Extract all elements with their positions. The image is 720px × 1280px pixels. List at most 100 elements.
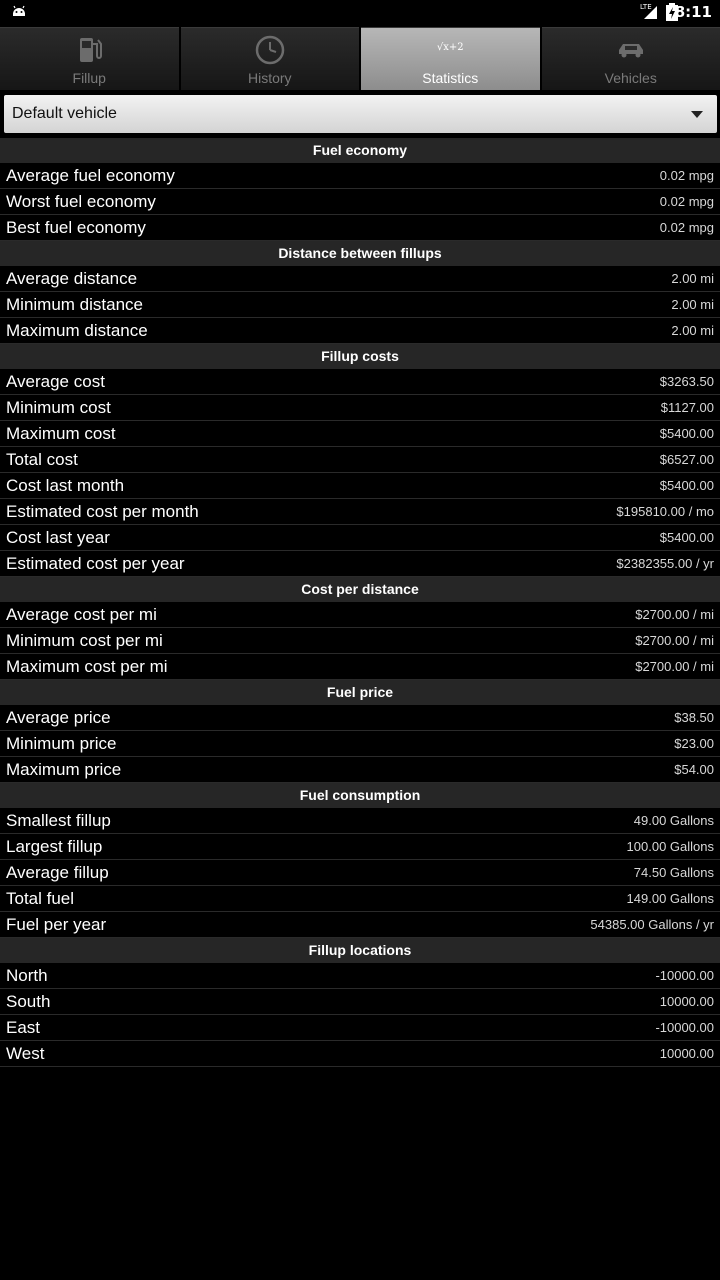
stat-value: 2.00 mi	[671, 297, 714, 312]
stat-row: Total fuel 149.00 Gallons	[0, 886, 720, 912]
fuel-pump-icon	[80, 38, 103, 62]
stat-label: Maximum price	[6, 760, 122, 779]
stat-label: Best fuel economy	[6, 218, 146, 237]
stat-row: Estimated cost per year $2382355.00 / yr	[0, 551, 720, 577]
stat-row: Minimum cost per mi $2700.00 / mi	[0, 628, 720, 654]
stat-label: Average fuel economy	[6, 166, 175, 185]
tab-label: Fillup	[72, 70, 106, 86]
vehicle-selector-value: Default vehicle	[12, 105, 117, 122]
stat-value: $6527.00	[659, 452, 714, 467]
stat-value: $5400.00	[659, 478, 714, 493]
stat-value: 0.02 mpg	[659, 220, 714, 235]
stat-value: 2.00 mi	[671, 271, 714, 286]
stat-value: $2700.00 / mi	[635, 659, 714, 674]
stat-label: Minimum cost	[6, 398, 111, 417]
stat-label: Maximum distance	[6, 321, 148, 340]
stat-row: Largest fillup 100.00 Gallons	[0, 834, 720, 860]
stat-label: Worst fuel economy	[6, 192, 156, 211]
stat-label: Total fuel	[6, 889, 75, 908]
android-debug-icon	[13, 5, 25, 16]
clock-time: 8:11	[674, 3, 712, 21]
stat-value: 149.00 Gallons	[626, 891, 714, 906]
stat-row: Maximum cost $5400.00	[0, 421, 720, 447]
stat-row: East -10000.00	[0, 1015, 720, 1041]
svg-text:LTE: LTE	[640, 3, 652, 11]
section-header: Fillup costs	[0, 344, 720, 369]
stat-value: 0.02 mpg	[659, 168, 714, 183]
section-header: Fillup locations	[0, 938, 720, 963]
stat-value: $38.50	[674, 710, 714, 725]
stat-label: Average cost	[6, 372, 105, 391]
stat-row: Estimated cost per month $195810.00 / mo	[0, 499, 720, 525]
stat-label: East	[6, 1018, 41, 1037]
stat-row: Fuel per year 54385.00 Gallons / yr	[0, 912, 720, 938]
stat-label: Largest fillup	[6, 837, 103, 856]
stat-value: $2700.00 / mi	[635, 607, 714, 622]
stat-label: Average price	[6, 708, 111, 727]
stat-value: 54385.00 Gallons / yr	[590, 917, 714, 932]
stat-row: Minimum cost $1127.00	[0, 395, 720, 421]
stat-value: $54.00	[674, 762, 714, 777]
tab-history[interactable]: History	[180, 27, 359, 90]
stat-value: $3263.50	[659, 374, 714, 389]
statistics-list[interactable]: Fuel economy Average fuel economy 0.02 mpg…	[0, 138, 720, 1067]
stat-value: 0.02 mpg	[659, 194, 714, 209]
vehicle-selector[interactable]: Default vehicle	[4, 95, 717, 133]
stat-label: Cost last year	[6, 528, 110, 547]
tab-label: Vehicles	[604, 70, 657, 86]
stat-row: Cost last month $5400.00	[0, 473, 720, 499]
stat-label: Fuel per year	[6, 915, 107, 934]
section-header: Fuel price	[0, 680, 720, 705]
stat-label: Average fillup	[6, 863, 109, 882]
stat-value: -10000.00	[655, 968, 714, 983]
formula-icon: √x+2	[436, 42, 464, 53]
stat-row: Best fuel economy 0.02 mpg	[0, 215, 720, 241]
stat-label: West	[6, 1044, 45, 1063]
section-header: Fuel economy	[0, 138, 720, 163]
stat-label: Smallest fillup	[6, 811, 111, 830]
stat-label: Cost last month	[6, 476, 125, 495]
stat-value: $1127.00	[660, 400, 714, 415]
stat-value: 49.00 Gallons	[633, 813, 714, 828]
tab-fillup[interactable]: Fillup	[0, 27, 179, 90]
stat-value: $23.00	[674, 736, 714, 751]
stat-label: Minimum price	[6, 734, 117, 753]
stat-row: Average cost $3263.50	[0, 369, 720, 395]
stat-row: Maximum price $54.00	[0, 757, 720, 783]
tab-vehicles[interactable]: Vehicles	[541, 27, 720, 90]
stat-row: Worst fuel economy 0.02 mpg	[0, 189, 720, 215]
stat-label: Average cost per mi	[6, 605, 157, 624]
stat-value: $2700.00 / mi	[635, 633, 714, 648]
stat-row: Maximum cost per mi $2700.00 / mi	[0, 654, 720, 680]
section-header: Cost per distance	[0, 577, 720, 602]
stat-value: $195810.00 / mo	[616, 504, 714, 519]
stat-value: 100.00 Gallons	[626, 839, 714, 854]
stat-label: North	[6, 966, 48, 985]
stat-value: $5400.00	[659, 426, 714, 441]
stat-label: Estimated cost per month	[6, 502, 199, 521]
stat-value: $2382355.00 / yr	[616, 556, 714, 571]
stat-row: Average cost per mi $2700.00 / mi	[0, 602, 720, 628]
stat-label: South	[6, 992, 51, 1011]
dropdown-arrow-icon	[691, 111, 703, 118]
stat-label: Maximum cost per mi	[6, 657, 168, 676]
stat-row: West 10000.00	[0, 1041, 720, 1067]
tab-statistics[interactable]: √x+2 Statistics	[361, 27, 540, 90]
status-bar: LTE 8:11	[0, 0, 720, 24]
stat-row: Cost last year $5400.00	[0, 525, 720, 551]
lte-signal-icon: LTE	[640, 3, 657, 19]
stat-row: Average fillup 74.50 Gallons	[0, 860, 720, 886]
tab-bar: Fillup History √x+2 Statistics Vehicles	[0, 27, 720, 90]
stat-value: 10000.00	[659, 994, 714, 1009]
stat-label: Minimum cost per mi	[6, 631, 163, 650]
stat-row: Minimum price $23.00	[0, 731, 720, 757]
stat-value: 10000.00	[659, 1046, 714, 1061]
clock-icon	[255, 35, 284, 65]
stat-label: Estimated cost per year	[6, 554, 185, 573]
tab-label: History	[247, 70, 292, 86]
stat-row: South 10000.00	[0, 989, 720, 1015]
car-icon	[618, 44, 643, 58]
stat-row: Average price $38.50	[0, 705, 720, 731]
tab-label: Statistics	[422, 70, 479, 86]
stat-label: Average distance	[6, 269, 138, 288]
